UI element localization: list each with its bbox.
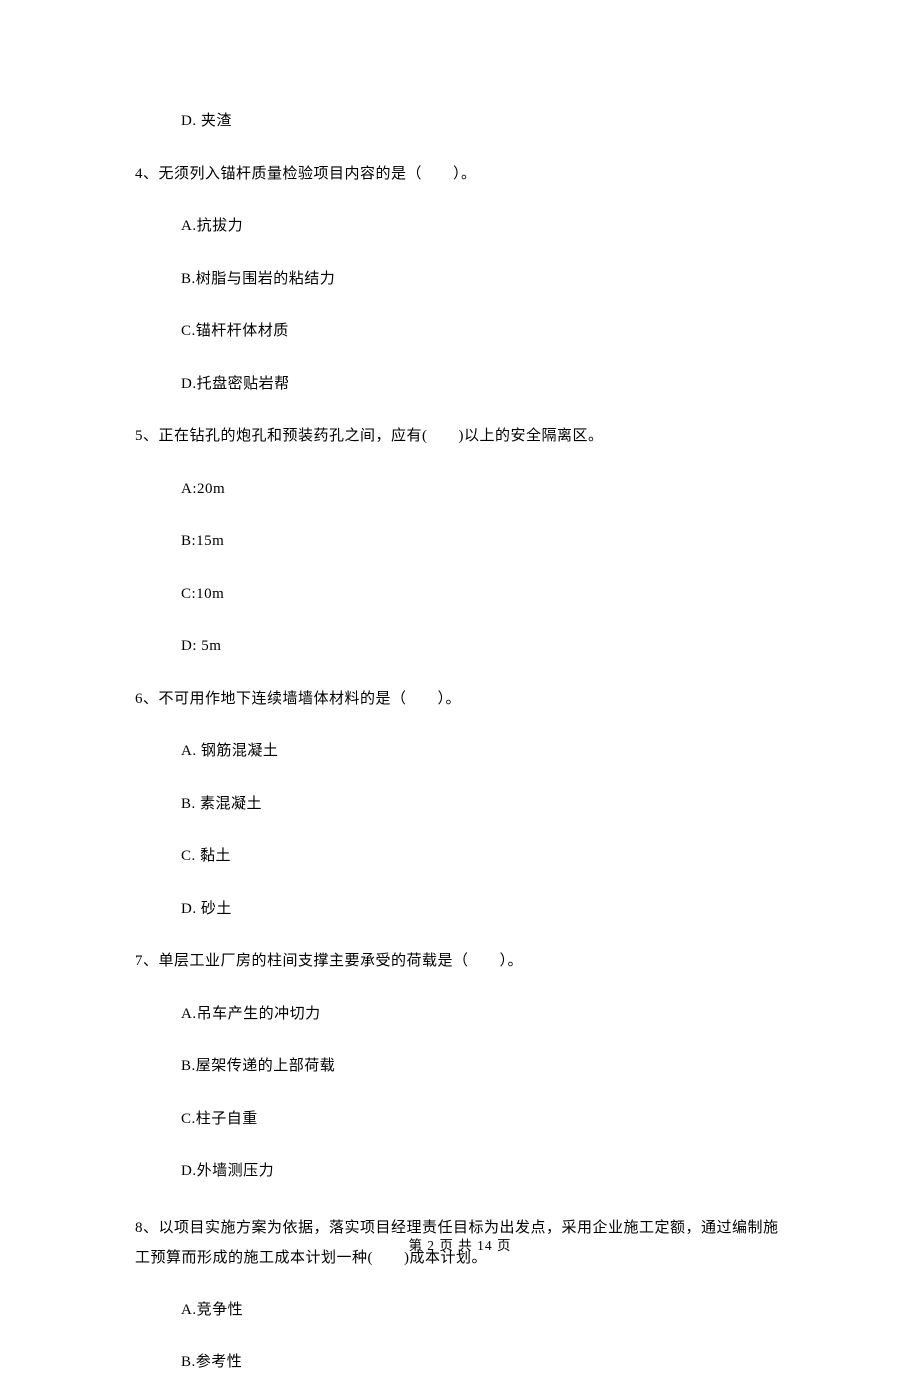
q6-option-a: A. 钢筋混凝土: [135, 740, 785, 763]
q4-stem: 4、无须列入锚杆质量检验项目内容的是（ ）。: [135, 163, 785, 186]
q5-stem: 5、正在钻孔的炮孔和预装药孔之间，应有( )以上的安全隔离区。: [135, 425, 785, 448]
q7-option-c: C.柱子自重: [135, 1108, 785, 1131]
q5-option-b: B:15m: [135, 530, 785, 553]
q3-option-d: D. 夹渣: [135, 110, 785, 133]
q4-option-d: D.托盘密贴岩帮: [135, 373, 785, 396]
q5-option-a: A:20m: [135, 478, 785, 501]
q8-option-b: B.参考性: [135, 1351, 785, 1374]
q5-option-d: D: 5m: [135, 635, 785, 658]
q4-option-a: A.抗拔力: [135, 215, 785, 238]
q7-option-b: B.屋架传递的上部荷载: [135, 1055, 785, 1078]
q7-stem: 7、单层工业厂房的柱间支撑主要承受的荷载是（ ）。: [135, 950, 785, 973]
page-footer: 第 2 页 共 14 页: [0, 1234, 920, 1254]
q4-option-c: C.锚杆杆体材质: [135, 320, 785, 343]
page-content: D. 夹渣 4、无须列入锚杆质量检验项目内容的是（ ）。 A.抗拔力 B.树脂与…: [0, 0, 920, 1374]
q5-option-c: C:10m: [135, 583, 785, 606]
q7-option-d: D.外墙测压力: [135, 1160, 785, 1183]
q4-option-b: B.树脂与围岩的粘结力: [135, 268, 785, 291]
q6-option-d: D. 砂土: [135, 898, 785, 921]
q6-stem: 6、不可用作地下连续墙墙体材料的是（ ）。: [135, 688, 785, 711]
q6-option-b: B. 素混凝土: [135, 793, 785, 816]
q6-option-c: C. 黏土: [135, 845, 785, 868]
q7-option-a: A.吊车产生的冲切力: [135, 1003, 785, 1026]
